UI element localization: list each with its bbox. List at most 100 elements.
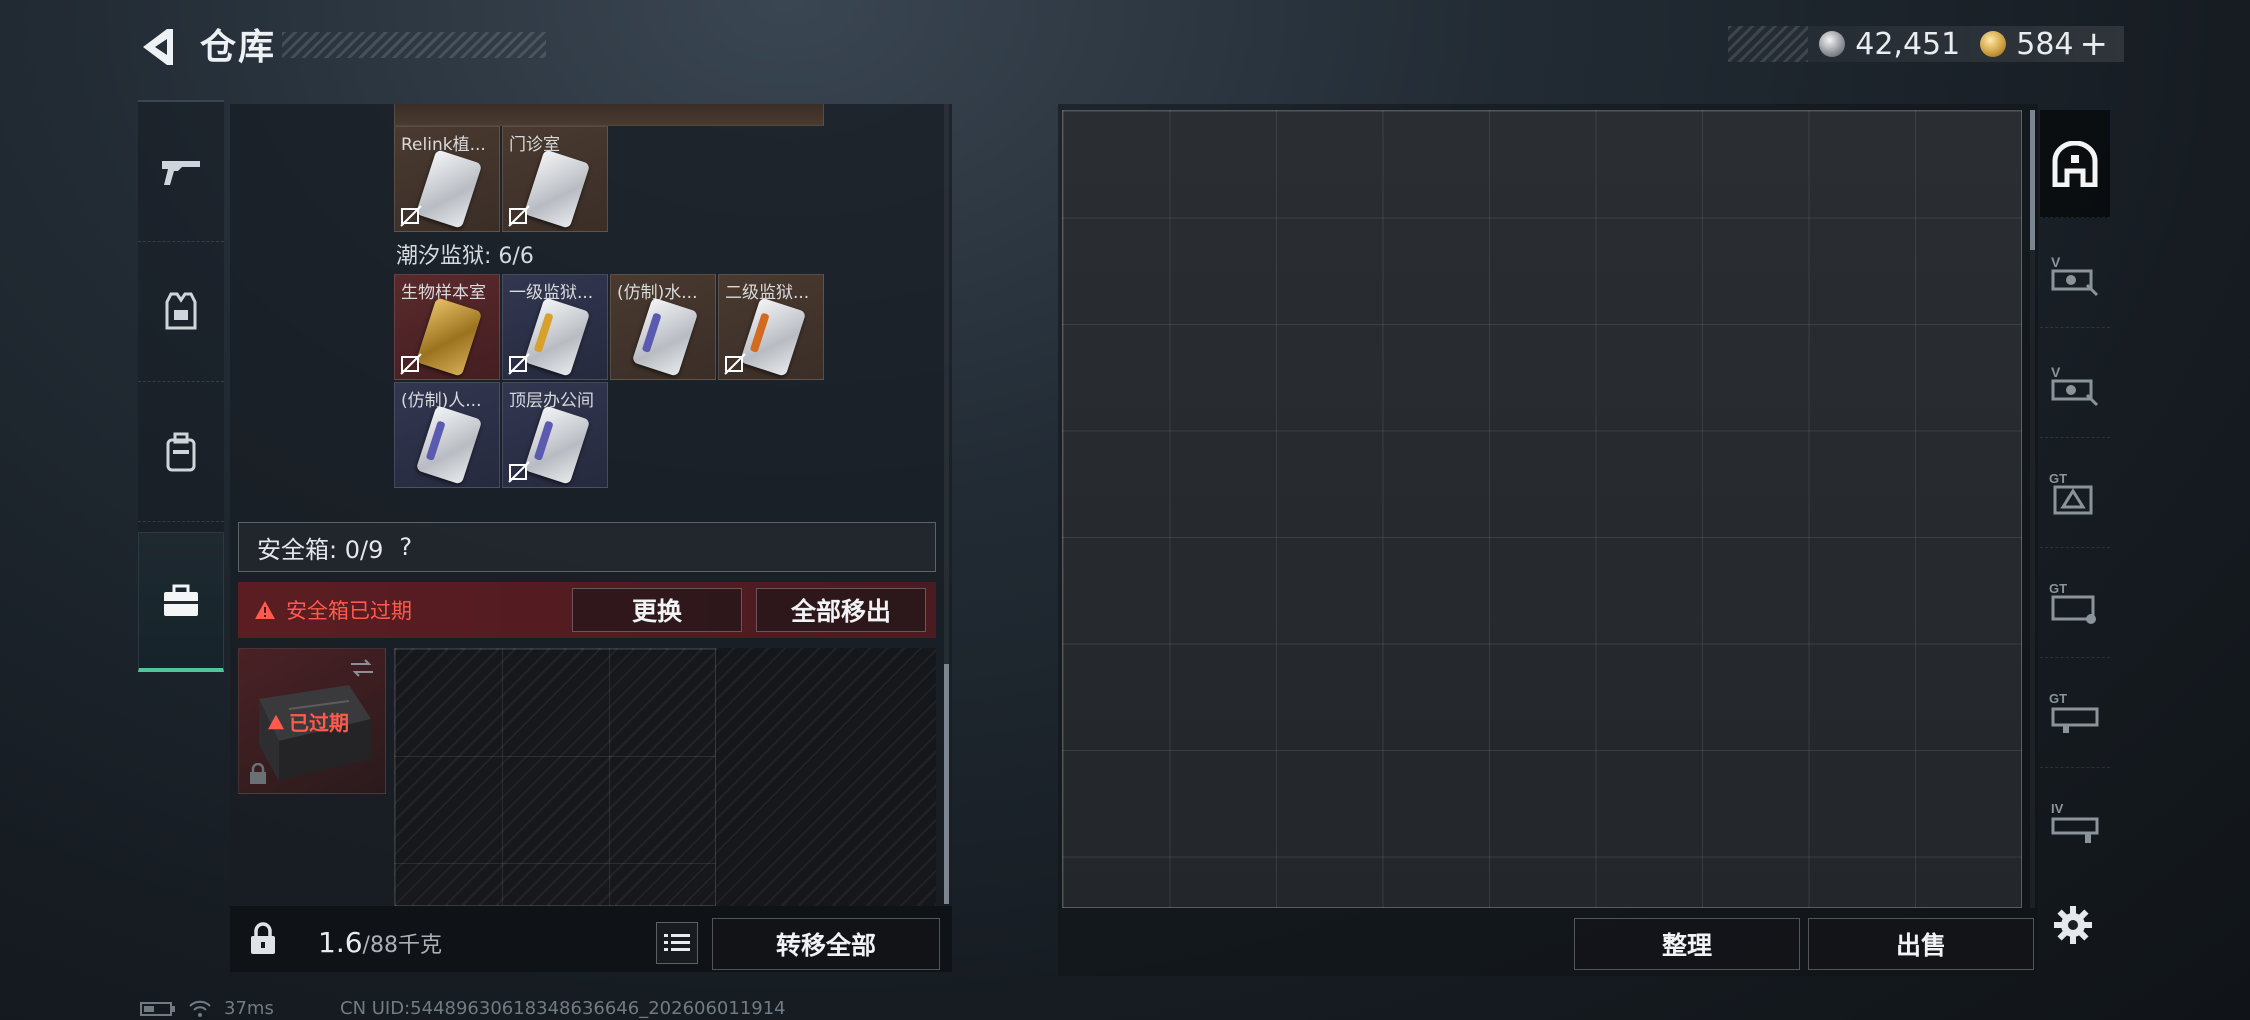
keycard-image: [415, 405, 483, 485]
no-trade-icon: [508, 353, 530, 375]
tab-label: GT: [2049, 471, 2067, 486]
page-title: 仓库: [200, 27, 277, 68]
help-button[interactable]: ?: [399, 533, 412, 561]
swap-icon[interactable]: [349, 659, 375, 677]
warning-icon: [268, 714, 284, 729]
weight-value: 1.6: [318, 926, 363, 959]
settings-button[interactable]: [2048, 900, 2098, 950]
storage-gt-icon: GT: [2049, 691, 2099, 733]
keycard-image: [631, 297, 699, 377]
category-sidebar: [138, 100, 224, 672]
currency-bar: 42,451 584 +: [1728, 24, 2124, 64]
scroll-thumb[interactable]: [944, 664, 949, 904]
storage-gt-icon: GT: [2049, 581, 2096, 624]
safe-box-grid[interactable]: [394, 648, 716, 906]
category-armor[interactable]: [138, 242, 224, 382]
replace-button[interactable]: 更换: [572, 588, 742, 632]
silver-amount: 42,451: [1855, 26, 1961, 62]
sell-button[interactable]: 出售: [1808, 918, 2034, 970]
storage-grid[interactable]: [1062, 110, 2022, 908]
keycard-image: [523, 297, 591, 377]
scroll-thumb[interactable]: [2030, 110, 2035, 250]
status-bar: 37ms: [140, 998, 274, 1019]
inventory-scrollbar[interactable]: [944, 104, 949, 904]
tab-label: IV: [2051, 801, 2064, 816]
keycard-item[interactable]: 一级监狱...: [502, 274, 608, 380]
remove-all-button[interactable]: 全部移出: [756, 588, 926, 632]
list-view-button[interactable]: [656, 922, 698, 964]
tab-label: GT: [2049, 581, 2067, 596]
warning-icon: [255, 601, 275, 619]
uid-text: CN UID:5448963061834863664​6_20260601191…: [340, 998, 786, 1019]
sort-button[interactable]: 整理: [1574, 918, 1800, 970]
safe-box-header: 安全箱: 0/9 ?: [238, 522, 936, 572]
gear-icon: [2054, 906, 2092, 944]
keycard-image: [415, 149, 483, 229]
storage-tab-iv[interactable]: IV: [2040, 770, 2110, 878]
back-button[interactable]: [132, 22, 182, 72]
tab-label: GT: [2049, 691, 2067, 706]
keycard-image: [523, 405, 591, 485]
storage-scrollbar[interactable]: [2030, 110, 2035, 908]
lock-button[interactable]: [238, 914, 288, 964]
transfer-all-button[interactable]: 转移全部: [712, 918, 940, 970]
no-trade-icon: [508, 205, 530, 227]
tab-label: V: [2051, 254, 2061, 270]
keycard-image: [415, 297, 483, 377]
wifi-icon: [189, 1000, 211, 1017]
storage-tab-main[interactable]: [2040, 110, 2110, 218]
currency-decoration: [1728, 26, 1808, 62]
safe-box-locked-area: [716, 648, 936, 906]
back-arrow-icon: [143, 29, 173, 65]
no-trade-icon: [400, 205, 422, 227]
armor-vest-icon: [165, 292, 197, 329]
keycard-image: [739, 297, 807, 377]
keycard-item[interactable]: Relink植...: [394, 126, 500, 232]
storage-tab-v1[interactable]: V: [2040, 220, 2110, 328]
keycard-item[interactable]: 二级监狱...: [718, 274, 824, 380]
storage-v-icon: V: [2051, 364, 2099, 406]
lock-icon: [250, 763, 266, 784]
title-decoration: [282, 32, 546, 58]
ping-value: 37ms: [224, 998, 274, 1019]
category-case[interactable]: [138, 532, 224, 672]
keycard-item[interactable]: 顶层办公间: [502, 382, 608, 488]
expired-warning-text: 安全箱已过期: [286, 599, 412, 623]
no-trade-icon: [508, 461, 530, 483]
keycard-item[interactable]: 门诊室: [502, 126, 608, 232]
add-currency-button[interactable]: +: [2080, 24, 2109, 64]
silver-coin-icon: [1819, 31, 1846, 57]
clipped-card-row: [394, 104, 824, 126]
safe-box-label: 安全箱: 0/9: [257, 535, 384, 564]
storage-gt-icon: GT: [2049, 471, 2093, 514]
toolbox-icon: [164, 584, 198, 616]
weight-display: 1.6/88千克: [318, 926, 442, 959]
gold-coin-icon: [1980, 31, 2007, 57]
keycard-image: [523, 149, 591, 229]
backpack-icon: [166, 432, 196, 471]
storage-tab-v2[interactable]: V: [2040, 330, 2110, 438]
keycard-item[interactable]: (仿制)人...: [394, 382, 500, 488]
battery-icon: [140, 1001, 175, 1016]
storage-tab-gt2[interactable]: GT: [2040, 550, 2110, 658]
padlock-icon: [251, 922, 275, 954]
storage-tab-gt1[interactable]: GT: [2040, 440, 2110, 548]
keycard-item[interactable]: (仿制)水...: [610, 274, 716, 380]
section-label-prison: 潮汐监狱: 6/6: [396, 244, 534, 269]
no-trade-icon: [400, 353, 422, 375]
storage-v-icon: V: [2051, 254, 2099, 296]
expired-badge: 已过期: [267, 707, 349, 736]
gold-amount: 584: [2016, 26, 2074, 62]
tab-label: V: [2051, 364, 2061, 380]
storage-iv-icon: IV: [2051, 801, 2099, 843]
list-icon: [664, 934, 690, 951]
safe-expired-bar: 安全箱已过期 更换 全部移出: [238, 582, 936, 638]
gun-icon: [162, 160, 200, 185]
category-weapons[interactable]: [138, 102, 224, 242]
expired-badge-text: 已过期: [289, 711, 349, 735]
weight-capacity: /88千克: [362, 933, 442, 958]
storage-tab-gt3[interactable]: GT: [2040, 660, 2110, 768]
safe-box-item[interactable]: 已过期: [238, 648, 386, 794]
keycard-item[interactable]: 生物样本室: [394, 274, 500, 380]
category-backpack[interactable]: [138, 382, 224, 522]
